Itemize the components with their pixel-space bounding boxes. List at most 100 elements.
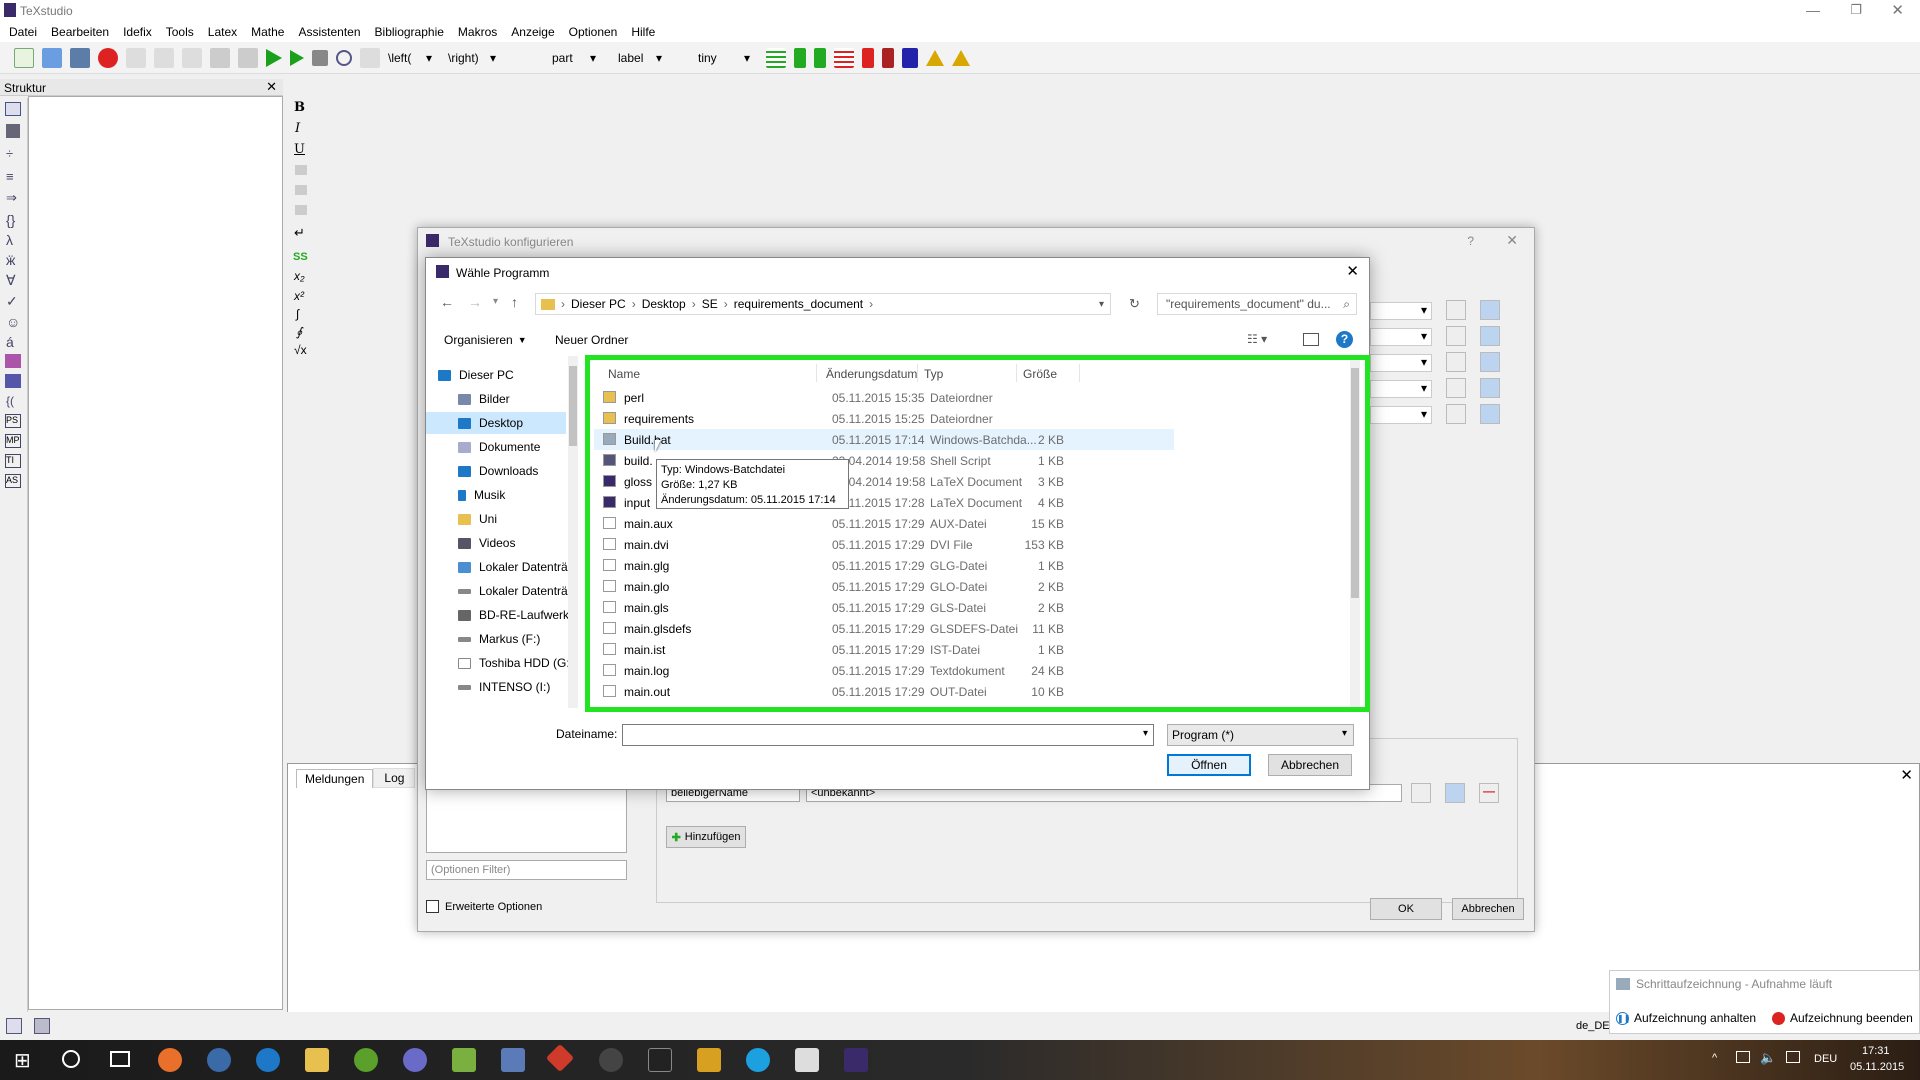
tikz-icon[interactable]: TI <box>5 454 21 468</box>
breadcrumb-desktop[interactable]: Desktop <box>642 297 686 311</box>
messages-toggle-icon[interactable] <box>34 1018 50 1034</box>
menu-mathe[interactable]: Mathe <box>251 25 284 39</box>
align-center-icon[interactable] <box>295 185 307 195</box>
bracket-icon[interactable]: {( <box>6 394 21 408</box>
nav-markus-f[interactable]: Markus (F:) <box>458 628 586 650</box>
windows-start-icon[interactable]: ⊞ <box>14 1048 31 1073</box>
build-view-icon[interactable] <box>266 48 282 67</box>
new-file-icon[interactable] <box>14 47 34 68</box>
remove-column-icon[interactable] <box>862 47 874 68</box>
app-icon-6[interactable] <box>403 1048 427 1072</box>
structure-close-icon[interactable]: ✕ <box>266 79 277 95</box>
command-edit-icon[interactable] <box>1411 783 1431 803</box>
option-edit-icon-4[interactable] <box>1446 378 1466 398</box>
task-view-icon[interactable] <box>110 1051 130 1067</box>
close-icon[interactable]: ✕ <box>1891 1 1904 19</box>
file-dialog-close-icon[interactable]: ✕ <box>1346 262 1359 280</box>
utorrent-icon[interactable] <box>354 1048 378 1072</box>
cancel-button[interactable]: Abbrechen <box>1268 754 1352 776</box>
skype-icon[interactable] <box>746 1048 770 1072</box>
align-columns-icon[interactable] <box>902 47 918 68</box>
column-name[interactable]: Name <box>608 367 640 381</box>
cut-icon[interactable] <box>210 47 230 68</box>
paste-icon[interactable] <box>238 47 258 68</box>
back-icon[interactable]: ← <box>440 294 454 310</box>
file-row[interactable]: main.ist 05.11.2015 17:29 IST-Datei 1 KB <box>594 639 1174 660</box>
column-date[interactable]: Änderungsdatum <box>826 367 917 381</box>
option-edit-icon-2[interactable] <box>1446 326 1466 346</box>
file-row[interactable]: perl 05.11.2015 15:35 Dateiordner <box>594 387 1174 408</box>
bold-icon[interactable]: B <box>294 100 308 115</box>
breadcrumb-requirements-document[interactable]: requirements_document <box>734 297 863 311</box>
delete-column-icon[interactable] <box>882 47 894 68</box>
option-save-icon-4[interactable] <box>1480 378 1500 398</box>
remove-row-icon[interactable] <box>834 47 854 68</box>
option-save-icon-5[interactable] <box>1480 404 1500 424</box>
star-icon[interactable] <box>5 374 21 388</box>
right-delimiter-combo[interactable]: \right) ▾ <box>444 48 500 68</box>
add-command-button[interactable]: ✚ Hinzufügen <box>666 826 746 848</box>
add-column-icon[interactable] <box>794 47 806 68</box>
firefox-icon[interactable] <box>158 1048 182 1072</box>
pause-recording-button[interactable]: ❚❚ Aufzeichnung anhalten <box>1616 1011 1756 1025</box>
menu-optionen[interactable]: Optionen <box>569 25 618 39</box>
advanced-options[interactable]: Erweiterte Optionen <box>426 900 542 913</box>
symbol-icon[interactable]: ӝ <box>6 252 21 268</box>
menu-latex[interactable]: Latex <box>208 25 237 39</box>
bookmarks-icon[interactable] <box>6 124 20 138</box>
copy-icon[interactable] <box>182 47 202 68</box>
view-options-icon[interactable]: ☷ ▾ <box>1247 332 1267 346</box>
italic-icon[interactable]: I <box>295 121 307 136</box>
open-file-icon[interactable] <box>42 47 62 68</box>
arrow-icon[interactable]: ⇒ <box>6 190 21 206</box>
config-close-icon[interactable]: ✕ <box>1506 232 1518 249</box>
texstudio-taskbar-icon[interactable] <box>844 1048 868 1072</box>
pstricks-icon[interactable]: PS <box>5 414 21 428</box>
menu-anzeige[interactable]: Anzeige <box>511 25 554 39</box>
nav-intenso-i[interactable]: INTENSO (I:) <box>458 676 586 698</box>
filename-dropdown-icon[interactable]: ▾ <box>1143 728 1148 739</box>
tabular-icon[interactable] <box>766 47 786 68</box>
close-file-icon[interactable] <box>98 47 118 68</box>
compile-icon[interactable] <box>290 49 304 66</box>
option-save-icon-2[interactable] <box>1480 326 1500 346</box>
menu-assistenten[interactable]: Assistenten <box>298 25 360 39</box>
option-edit-icon-3[interactable] <box>1446 352 1466 372</box>
redo-icon[interactable] <box>154 47 174 68</box>
file-type-filter[interactable]: Program (*) ▾ <box>1167 724 1354 746</box>
file-list-scrollbar[interactable] <box>1350 356 1360 710</box>
recent-dropdown-icon[interactable]: ▾ <box>493 296 498 307</box>
command-save-icon[interactable] <box>1445 783 1465 803</box>
option-save-icon-1[interactable] <box>1480 300 1500 320</box>
part-combo[interactable]: part ▾ <box>528 48 600 68</box>
breadcrumb-dieser-pc[interactable]: Dieser PC <box>571 297 626 311</box>
filename-input[interactable]: ▾ <box>622 724 1154 746</box>
file-row[interactable]: main.out 05.11.2015 17:29 OUT-Datei 10 KB <box>594 681 1174 702</box>
nav-lokaler-datentraeger-c[interactable]: Lokaler Datenträ <box>458 556 586 578</box>
braces-icon[interactable]: {} <box>6 212 21 228</box>
app-icon-10[interactable] <box>599 1048 623 1072</box>
file-row[interactable]: main.glg 05.11.2015 17:29 GLG-Datei 1 KB <box>594 555 1174 576</box>
tray-chevron-icon[interactable]: ^ <box>1712 1052 1717 1064</box>
advanced-options-checkbox[interactable] <box>426 900 439 913</box>
option-combo-4[interactable]: ▾ <box>1370 380 1432 398</box>
nav-lokaler-datentraeger-d[interactable]: Lokaler Datenträ <box>458 580 586 602</box>
forward-icon[interactable]: → <box>468 294 482 310</box>
option-combo-1[interactable]: ▾ <box>1370 302 1432 320</box>
nav-musik[interactable]: Musik <box>458 484 586 506</box>
help-icon[interactable]: ? <box>1467 234 1474 248</box>
nav-dokumente[interactable]: Dokumente <box>458 436 586 458</box>
align-left-icon[interactable] <box>295 165 307 175</box>
address-dropdown-icon[interactable]: ▾ <box>1099 299 1104 310</box>
warning-next-icon[interactable] <box>952 49 970 66</box>
open-button[interactable]: Öffnen <box>1167 754 1251 776</box>
log-icon[interactable] <box>360 47 380 68</box>
app-icon-12[interactable] <box>697 1048 721 1072</box>
menu-datei[interactable]: Datei <box>9 25 37 39</box>
option-filter-input[interactable]: (Optionen Filter) <box>426 860 627 880</box>
search-circle-icon[interactable] <box>62 1050 80 1068</box>
menu-makros[interactable]: Makros <box>458 25 497 39</box>
sqrt-icon[interactable]: √x <box>294 343 308 357</box>
menu-idefix[interactable]: Idefix <box>123 25 152 39</box>
newline-icon[interactable]: ↵ <box>294 225 308 241</box>
